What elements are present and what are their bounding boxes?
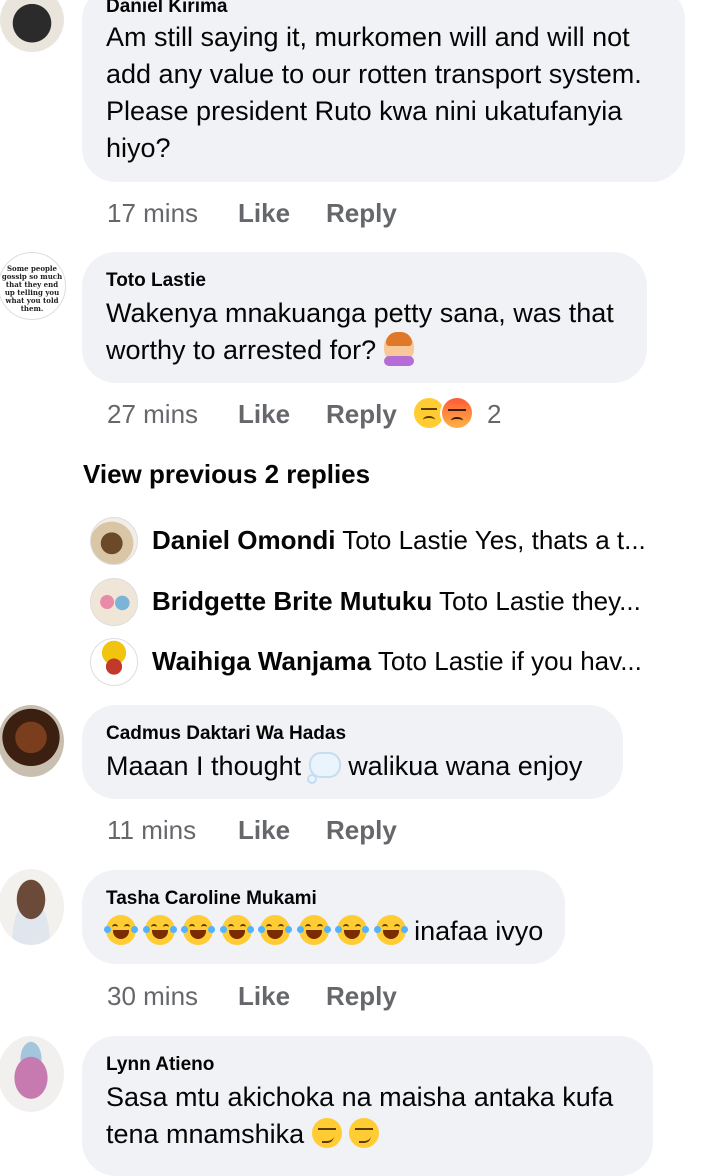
comment-time[interactable]: 11 mins (107, 815, 196, 845)
comment-author[interactable]: Lynn Atieno (106, 1054, 214, 1076)
reply-text: Daniel Omondi Toto Lastie Yes, thats a t… (152, 525, 646, 556)
avatar[interactable]: Some people gossip so much that they end… (0, 252, 66, 320)
avatar[interactable] (0, 0, 64, 52)
like-button[interactable]: Like (238, 981, 290, 1012)
avatar[interactable] (90, 638, 138, 686)
comment-author[interactable]: Tasha Caroline Mukami (106, 888, 317, 910)
emoji-group (104, 915, 414, 946)
avatar[interactable] (90, 578, 138, 626)
comment-author[interactable]: Cadmus Daktari Wa Hadas (106, 723, 346, 745)
comment-bubble: Daniel Kirima Am still saying it, murkom… (82, 0, 685, 182)
view-previous-replies-link[interactable]: View previous 2 replies (83, 459, 370, 490)
reply-button[interactable]: Reply (326, 815, 397, 846)
reaction-summary[interactable]: 2 (412, 396, 522, 432)
avatar-quote-text: Some people gossip so much that they end… (1, 264, 63, 313)
reply-button[interactable]: Reply (326, 399, 397, 430)
face-with-tears-of-joy-icon (104, 915, 138, 945)
reply-preview: Toto Lastie they... (439, 586, 641, 616)
comment-text: Sasa mtu akichoka na maisha antaka kufa … (106, 1079, 646, 1153)
comment-text-before: Maaan I thought (106, 751, 302, 781)
comment-actions: 27 mins Like Reply (107, 399, 397, 430)
face-with-tears-of-joy-icon (219, 915, 254, 945)
smirking-face-icon (311, 1118, 342, 1148)
reply-preview: Toto Lastie if you hav... (377, 646, 642, 676)
comment-time[interactable]: 30 mins (107, 981, 198, 1011)
angry-icon (440, 396, 474, 430)
comment-text-line-wrap: tena mnamshika (106, 1116, 646, 1153)
reply-preview: Toto Lastie Yes, thats a t... (342, 525, 646, 555)
face-with-tears-of-joy-icon (142, 915, 177, 945)
comment-author[interactable]: Toto Lastie (106, 270, 206, 292)
face-with-tears-of-joy-icon (335, 915, 370, 945)
comment-bubble: Tasha Caroline Mukami inafaa ivyo (82, 870, 565, 964)
like-button[interactable]: Like (238, 815, 290, 846)
comment-bubble: Lynn Atieno Sasa mtu akichoka na maisha … (82, 1036, 653, 1176)
face-with-tears-of-joy-icon (258, 915, 293, 945)
comment-text: inafaa ivyo (104, 913, 556, 950)
comment-actions: 11 mins Like Reply (107, 815, 397, 846)
comment-actions: 17 mins Like Reply (107, 198, 397, 229)
face-with-tears-of-joy-icon (181, 915, 216, 945)
avatar[interactable] (0, 869, 64, 945)
comment-actions: 30 mins Like Reply (107, 981, 397, 1012)
comment-text: Am still saying it, murkomen will and wi… (106, 22, 642, 163)
like-button[interactable]: Like (238, 399, 290, 430)
avatar[interactable] (0, 1036, 64, 1112)
person-gesturing-no-icon (383, 332, 414, 366)
like-button[interactable]: Like (238, 198, 290, 229)
comment-text-body: inafaa ivyo (414, 916, 544, 946)
reply-author[interactable]: Daniel Omondi (152, 525, 335, 555)
face-with-tears-of-joy-icon (373, 915, 408, 945)
comment-author[interactable]: Daniel Kirima (106, 0, 227, 18)
reply-button[interactable]: Reply (326, 981, 397, 1012)
reply-author[interactable]: Bridgette Brite Mutuku (152, 586, 432, 616)
face-with-tears-of-joy-icon (296, 915, 331, 945)
reply-text: Waihiga Wanjama Toto Lastie if you hav..… (152, 646, 642, 677)
avatar[interactable] (0, 705, 64, 777)
comment-bubble: Toto Lastie Wakenya mnakuanga petty sana… (82, 252, 647, 383)
comment-text-line: Sasa mtu akichoka na maisha antaka kufa (106, 1082, 614, 1112)
comment-text-body: Wakenya mnakuanga petty sana, was that w… (106, 298, 614, 365)
comment-time[interactable]: 27 mins (107, 399, 198, 429)
comment-text: Maaan I thought walikua wana enjoy (106, 748, 616, 785)
comment-text-line: tena mnamshika (106, 1119, 305, 1149)
comment-text: Wakenya mnakuanga petty sana, was that w… (106, 295, 626, 369)
avatar[interactable] (90, 517, 138, 565)
comment-bubble: Cadmus Daktari Wa Hadas Maaan I thought … (82, 705, 623, 799)
thought-balloon-icon (306, 752, 341, 784)
comment-time[interactable]: 17 mins (107, 198, 198, 228)
reaction-count: 2 (487, 399, 502, 429)
reply-text: Bridgette Brite Mutuku Toto Lastie they.… (152, 586, 641, 617)
reply-author[interactable]: Waihiga Wanjama (152, 646, 371, 676)
comment-text-after: walikua wana enjoy (348, 751, 583, 781)
smirking-face-icon (349, 1118, 380, 1148)
reply-button[interactable]: Reply (326, 198, 397, 229)
